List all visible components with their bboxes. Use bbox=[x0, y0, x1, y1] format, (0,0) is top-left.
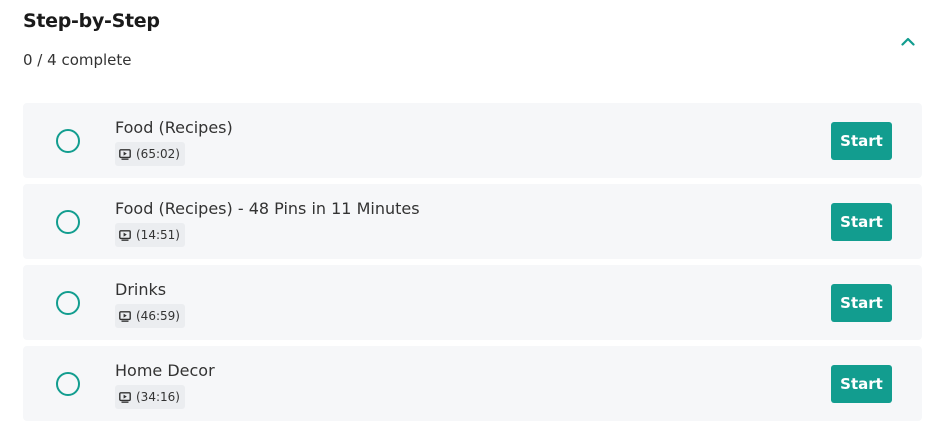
duration-text: (46:59) bbox=[136, 309, 180, 323]
step-title: Home Decor bbox=[115, 361, 215, 380]
complete-checkbox[interactable] bbox=[56, 372, 80, 396]
duration-text: (65:02) bbox=[136, 147, 180, 161]
step-item: Food (Recipes) - 48 Pins in 11 Minutes (… bbox=[23, 184, 922, 259]
complete-checkbox[interactable] bbox=[56, 210, 80, 234]
duration-text: (14:51) bbox=[136, 228, 180, 242]
duration-badge: (34:16) bbox=[115, 385, 185, 409]
start-button[interactable]: Start bbox=[831, 365, 892, 403]
start-button[interactable]: Start bbox=[831, 284, 892, 322]
step-item: Home Decor (34:16) Start bbox=[23, 346, 922, 421]
duration-text: (34:16) bbox=[136, 390, 180, 404]
video-icon bbox=[119, 310, 131, 322]
start-button[interactable]: Start bbox=[831, 203, 892, 241]
video-icon bbox=[119, 148, 131, 160]
section-title: Step-by-Step bbox=[23, 10, 160, 32]
step-list: Food (Recipes) (65:02) Start Food (Recip… bbox=[23, 103, 922, 427]
duration-badge: (65:02) bbox=[115, 142, 185, 166]
step-item: Food (Recipes) (65:02) Start bbox=[23, 103, 922, 178]
complete-checkbox[interactable] bbox=[56, 129, 80, 153]
progress-text: 0 / 4 complete bbox=[23, 51, 132, 69]
step-title: Drinks bbox=[115, 280, 167, 299]
duration-badge: (46:59) bbox=[115, 304, 185, 328]
start-button[interactable]: Start bbox=[831, 122, 892, 160]
duration-badge: (14:51) bbox=[115, 223, 185, 247]
section-header: Step-by-Step 0 / 4 complete bbox=[23, 0, 923, 90]
complete-checkbox[interactable] bbox=[56, 291, 80, 315]
step-title: Food (Recipes) bbox=[115, 118, 233, 137]
collapse-button[interactable] bbox=[897, 30, 919, 52]
step-item: Drinks (46:59) Start bbox=[23, 265, 922, 340]
step-title: Food (Recipes) - 48 Pins in 11 Minutes bbox=[115, 199, 420, 218]
chevron-up-icon bbox=[901, 37, 915, 46]
video-icon bbox=[119, 391, 131, 403]
video-icon bbox=[119, 229, 131, 241]
